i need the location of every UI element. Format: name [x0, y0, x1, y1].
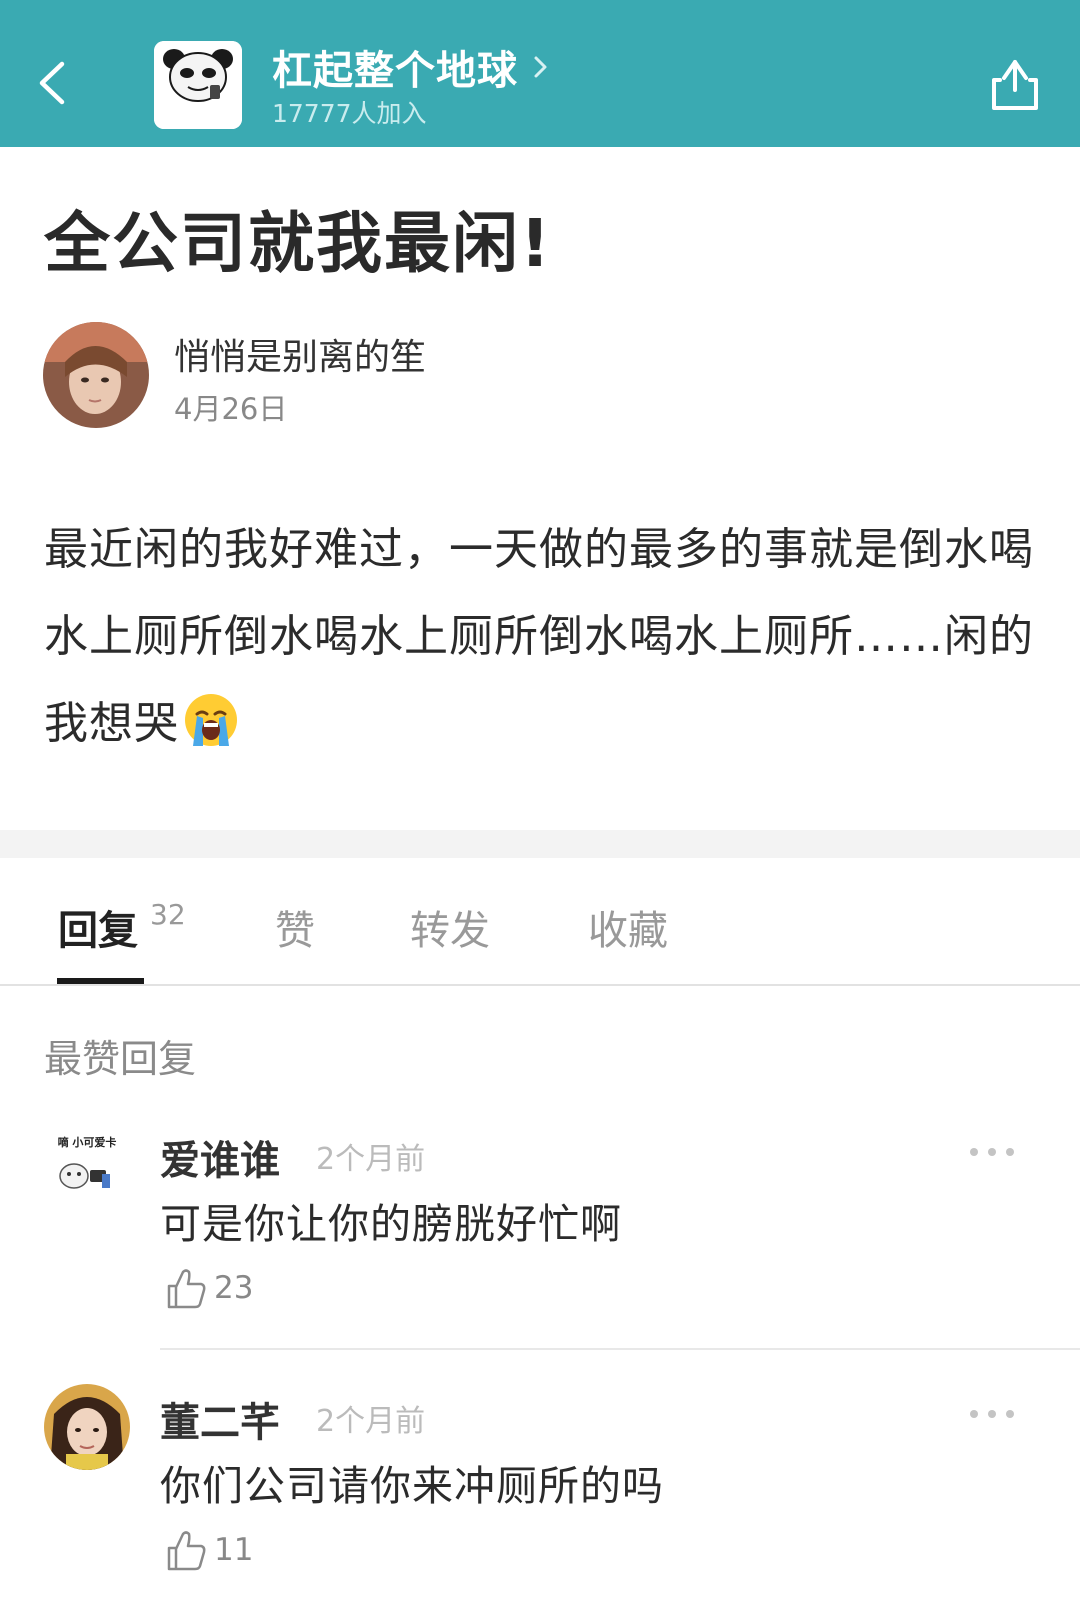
reply-count-badge: 32 [150, 898, 186, 931]
loudly-crying-face-emoji [185, 694, 237, 746]
panda-meme-icon [154, 41, 242, 129]
like-count: 11 [214, 1532, 254, 1568]
commenter-avatar[interactable] [44, 1384, 130, 1470]
post-body: 最近闲的我好难过，一天做的最多的事就是倒水喝水上厕所倒水喝水上厕所倒水喝水上厕所… [44, 506, 1044, 767]
top-nav-bar: 杠起整个地球 17777人加入 [0, 0, 1080, 147]
tab-replies[interactable]: 回复 [58, 898, 138, 956]
thumbs-up-icon[interactable] [165, 1528, 207, 1572]
group-avatar[interactable] [154, 41, 242, 129]
back-arrow-icon[interactable] [28, 50, 78, 116]
comment-time: 2个月前 [316, 1142, 426, 1177]
share-icon[interactable] [988, 50, 1042, 116]
group-title-link[interactable]: 杠起整个地球 [272, 42, 552, 94]
tab-reposts[interactable]: 转发 [410, 898, 490, 956]
comment-text: 可是你让你的膀胱好忙啊 [160, 1200, 622, 1248]
thumbs-up-icon[interactable] [165, 1266, 207, 1310]
active-tab-indicator [57, 978, 144, 984]
interaction-tabs: 回复 32 赞 转发 收藏 [0, 858, 1080, 986]
tab-favorites[interactable]: 收藏 [588, 898, 668, 956]
author-avatar[interactable] [43, 322, 149, 428]
commenter-photo [44, 1384, 130, 1470]
commenter-name[interactable]: 董二芊 [160, 1390, 280, 1448]
comment-time: 2个月前 [316, 1404, 426, 1439]
author-name[interactable]: 悄悄是别离的笙 [174, 328, 426, 380]
more-options-icon[interactable] [968, 1144, 1016, 1160]
top-replies-heading: 最赞回复 [44, 1037, 197, 1081]
author-photo [43, 322, 149, 428]
comment-item: 嘀 小可爱卡 爱谁谁 2个月前 可是你让你的膀胱好忙啊 23 [0, 1120, 1080, 1330]
comment-item: 董二芊 2个月前 你们公司请你来冲厕所的吗 11 [0, 1382, 1080, 1592]
group-name: 杠起整个地球 [272, 48, 518, 94]
post-date: 4月26日 [174, 392, 288, 426]
member-count: 17777人加入 [272, 99, 427, 128]
commenter-name[interactable]: 爱谁谁 [160, 1128, 280, 1186]
avatar-caption: 嘀 小可爱卡 [58, 1135, 117, 1149]
post-title: 全公司就我最闲! [44, 205, 553, 282]
section-divider [0, 830, 1080, 858]
comment-text: 你们公司请你来冲厕所的吗 [160, 1462, 664, 1510]
like-count: 23 [214, 1270, 254, 1306]
comment-separator [160, 1348, 1080, 1350]
tab-likes[interactable]: 赞 [275, 898, 315, 956]
commenter-avatar[interactable]: 嘀 小可爱卡 [44, 1124, 130, 1210]
chevron-right-icon [534, 56, 547, 78]
more-options-icon[interactable] [968, 1406, 1016, 1422]
cat-meme-icon: 嘀 小可爱卡 [44, 1124, 130, 1210]
